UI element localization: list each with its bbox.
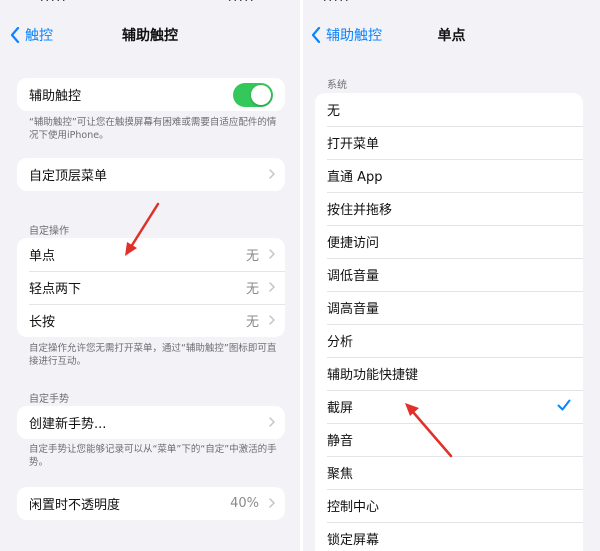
row-label: 长按: [29, 315, 56, 330]
top-menu-card: 自定顶层菜单: [17, 158, 285, 191]
option-row[interactable]: 辅助功能快捷键: [315, 357, 583, 390]
row-label: 自定顶层菜单: [29, 169, 108, 184]
section-header-custom-gestures: 自定手势: [29, 394, 69, 405]
option-row[interactable]: 锁定屏幕: [315, 522, 583, 551]
option-label: 便捷访问: [327, 236, 380, 251]
system-options-list: 无 打开菜单 直通 App 按住并拖移 便捷访问 调低音量 调高音量 分析 辅助…: [315, 93, 583, 551]
back-label: 触控: [25, 28, 53, 44]
chevron-right-icon: [269, 282, 275, 292]
chevron-left-icon: [311, 27, 321, 43]
single-tap-options-panel: ····· 辅助触控 单点 系统 无 打开菜单 直通 App 按住并拖移 便捷访…: [303, 0, 600, 551]
toggle-knob: [251, 85, 271, 105]
option-row[interactable]: 调低音量: [315, 258, 583, 291]
row-value: 无: [245, 315, 259, 330]
back-button[interactable]: 触控: [10, 25, 53, 45]
option-label: 直通 App: [327, 170, 383, 185]
back-button[interactable]: 辅助触控: [311, 25, 382, 45]
create-gesture-row[interactable]: 创建新手势...: [17, 406, 285, 439]
toggle-footer: “辅助触控”可让您在触摸屏幕有困难或需要自适应配件的情况下使用iPhone。: [29, 117, 277, 141]
chevron-right-icon: [269, 249, 275, 259]
row-value: 无: [245, 282, 259, 297]
nav-bar: 触控 辅助触控: [0, 0, 300, 70]
option-label: 聚焦: [327, 467, 354, 482]
option-label: 调低音量: [327, 269, 380, 284]
customize-top-menu-row[interactable]: 自定顶层菜单: [17, 158, 285, 191]
back-label: 辅助触控: [326, 28, 382, 44]
option-row[interactable]: 打开菜单: [315, 126, 583, 159]
chevron-right-icon: [269, 169, 275, 179]
assistivetouch-toggle-card: 辅助触控: [17, 78, 285, 111]
custom-gestures-footer: 自定手势让您能够记录可以从“菜单”下的“自定”中激活的手势。: [29, 444, 277, 468]
option-row[interactable]: 便捷访问: [315, 225, 583, 258]
option-label: 调高音量: [327, 302, 380, 317]
assistivetouch-settings-panel: ····· ····· 触控 辅助触控 辅助触控 “辅助触控”可让您在触摸屏幕有…: [0, 0, 300, 551]
action-row-double-tap[interactable]: 轻点两下 无: [17, 271, 285, 304]
option-label: 截屏: [327, 401, 354, 416]
annotation-arrow: [405, 403, 453, 458]
row-value: 40%: [230, 496, 259, 511]
chevron-right-icon: [269, 315, 275, 325]
option-row[interactable]: 按住并拖移: [315, 192, 583, 225]
option-row[interactable]: 直通 App: [315, 159, 583, 192]
option-label: 无: [327, 104, 341, 119]
chevron-right-icon: [269, 417, 275, 427]
idle-opacity-card: 闲置时不透明度 40%: [17, 487, 285, 520]
row-label: 创建新手势...: [29, 417, 107, 432]
row-label: 单点: [29, 249, 56, 264]
action-row-long-press[interactable]: 长按 无: [17, 304, 285, 337]
chevron-left-icon: [10, 27, 20, 43]
toggle-label: 辅助触控: [29, 89, 82, 104]
section-header-custom-actions: 自定操作: [29, 226, 69, 237]
checkmark-icon: [557, 399, 571, 411]
annotation-arrow: [125, 202, 160, 256]
option-label: 锁定屏幕: [327, 533, 380, 548]
option-label: 打开菜单: [327, 137, 380, 152]
assistivetouch-toggle[interactable]: [233, 83, 273, 107]
custom-gestures-card: 创建新手势...: [17, 406, 285, 439]
option-row[interactable]: 分析: [315, 324, 583, 357]
row-value: 无: [245, 249, 259, 264]
option-row[interactable]: 无: [315, 93, 583, 126]
option-label: 控制中心: [327, 500, 380, 515]
option-row[interactable]: 控制中心: [315, 489, 583, 522]
option-label: 按住并拖移: [327, 203, 393, 218]
row-label: 轻点两下: [29, 282, 82, 297]
option-row[interactable]: 调高音量: [315, 291, 583, 324]
option-label: 辅助功能快捷键: [327, 368, 419, 383]
assistivetouch-toggle-row: 辅助触控: [17, 78, 285, 111]
idle-opacity-row[interactable]: 闲置时不透明度 40%: [17, 487, 285, 520]
option-label: 分析: [327, 335, 354, 350]
chevron-right-icon: [269, 498, 275, 508]
custom-actions-footer: 自定操作允许您无需打开菜单，通过“辅助触控”图标即可直接进行互动。: [29, 343, 277, 367]
row-label: 闲置时不透明度: [29, 498, 121, 513]
option-label: 静音: [327, 434, 354, 449]
section-header-system: 系统: [327, 80, 347, 91]
nav-bar: 辅助触控 单点: [303, 0, 600, 70]
